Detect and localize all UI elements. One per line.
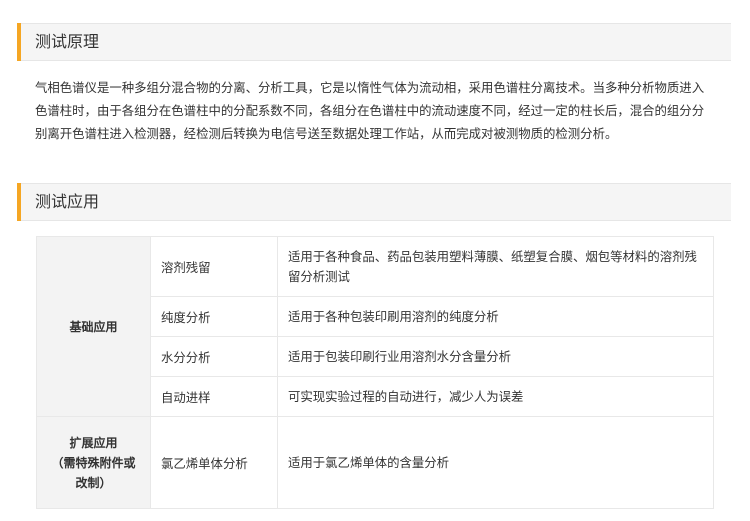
principle-text: 气相色谱仪是一种多组分混合物的分离、分析工具，它是以惰性气体为流动相，采用色谱柱… bbox=[35, 80, 705, 141]
table-row: 扩展应用 （需特殊附件或 改制） 氯乙烯单体分析 适用于氯乙烯单体的含量分析 bbox=[36, 416, 714, 509]
category-label: 基础应用 bbox=[69, 319, 118, 334]
application-desc: 可实现实验过程的自动进行，减少人为误差 bbox=[277, 376, 714, 417]
category-note: （需特殊附件或 bbox=[51, 455, 136, 470]
application-table: 基础应用 溶剂残留 适用于各种食品、药品包装用塑料薄膜、纸塑复合膜、烟包等材料的… bbox=[36, 236, 714, 509]
section-title-principle: 测试原理 bbox=[35, 32, 100, 51]
section-header-application: 测试应用 bbox=[17, 183, 731, 221]
category-label: 扩展应用 bbox=[69, 435, 118, 450]
application-desc: 适用于各种食品、药品包装用塑料薄膜、纸塑复合膜、烟包等材料的溶剂残留分析测试 bbox=[277, 236, 714, 297]
application-desc: 适用于包装印刷行业用溶剂水分含量分析 bbox=[277, 336, 714, 377]
table-row: 基础应用 溶剂残留 适用于各种食品、药品包装用塑料薄膜、纸塑复合膜、烟包等材料的… bbox=[36, 236, 714, 417]
application-name: 溶剂残留 bbox=[150, 236, 278, 297]
page: 测试原理 气相色谱仪是一种多组分混合物的分离、分析工具，它是以惰性气体为流动相，… bbox=[0, 0, 750, 521]
category-note: 改制） bbox=[75, 475, 112, 490]
application-desc: 适用于各种包装印刷用溶剂的纯度分析 bbox=[277, 296, 714, 337]
accent-bar bbox=[17, 183, 21, 221]
application-name: 氯乙烯单体分析 bbox=[150, 416, 278, 509]
accent-bar bbox=[17, 23, 21, 61]
application-name: 纯度分析 bbox=[150, 296, 278, 337]
section-title-application: 测试应用 bbox=[35, 192, 100, 211]
application-name: 水分分析 bbox=[150, 336, 278, 377]
section-header-principle: 测试原理 bbox=[17, 23, 731, 61]
application-desc: 适用于氯乙烯单体的含量分析 bbox=[277, 416, 714, 509]
category-basic: 基础应用 bbox=[36, 236, 151, 417]
category-extended: 扩展应用 （需特殊附件或 改制） bbox=[36, 416, 151, 509]
application-name: 自动进样 bbox=[150, 376, 278, 417]
